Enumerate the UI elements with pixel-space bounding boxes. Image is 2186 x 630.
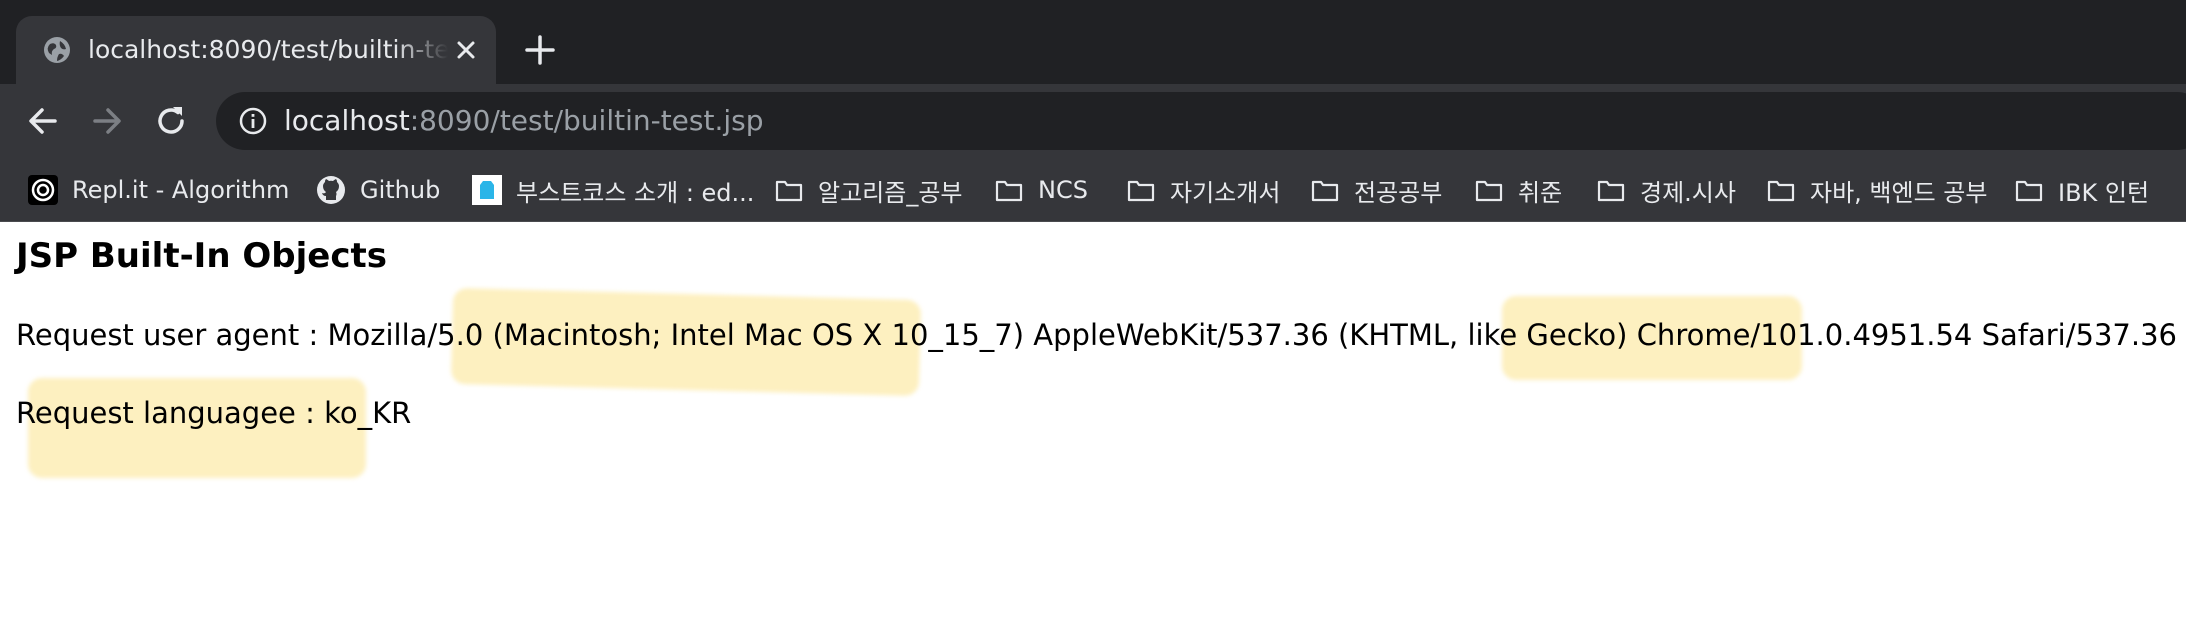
bookmark-folder-job-prep[interactable]: 취준 [1474, 158, 1563, 221]
bookmarks-bar: Repl.it - Algorithm Github 부스트코스 소개 : ed… [0, 158, 2186, 222]
folder-icon [2015, 180, 2043, 202]
bookmark-folder-major[interactable]: 전공공부 [1310, 158, 1443, 221]
address-bar[interactable]: localhost:8090/test/builtin-test.jsp [216, 92, 2186, 150]
active-tab[interactable]: localhost:8090/test/builtin-test.jsp [16, 16, 496, 84]
user-agent-middle: ) AppleWebKit/537.36 (KHTML, like Gecko) [1012, 318, 1637, 352]
bookmark-folder-cover-letter[interactable]: 자기소개서 [1126, 158, 1281, 221]
browser-toolbar: localhost:8090/test/builtin-test.jsp [0, 84, 2186, 158]
user-agent-suffix: Safari/537.36 [1972, 318, 2177, 352]
info-icon[interactable] [238, 106, 268, 136]
bookmark-folder-ncs[interactable]: NCS [994, 158, 1088, 221]
bookmark-replit[interactable]: Repl.it - Algorithm [28, 158, 290, 221]
bookmark-label: 전공공부 [1354, 178, 1443, 207]
folder-icon [1311, 180, 1339, 202]
user-agent-browser: Chrome/101.0.4951.54 [1636, 318, 1973, 352]
language-line: Request languagee : ko_KR [16, 396, 412, 430]
tab-strip: localhost:8090/test/builtin-test.jsp [0, 0, 2186, 84]
bookmark-label: 자기소개서 [1170, 178, 1281, 207]
user-agent-platform: Macintosh; Intel Mac OS X 10_15_7 [503, 318, 1013, 352]
folder-icon [1475, 180, 1503, 202]
bookmark-label: 경제.시사 [1640, 178, 1736, 207]
url-text[interactable]: localhost:8090/test/builtin-test.jsp [284, 104, 764, 138]
back-arrow-icon[interactable] [24, 102, 62, 140]
bookmark-label: 취준 [1518, 178, 1563, 207]
reload-icon[interactable] [152, 102, 190, 140]
url-host: localhost [284, 104, 410, 137]
folder-icon [1127, 180, 1155, 202]
tab-title: localhost:8090/test/builtin-test.jsp [88, 35, 448, 64]
user-agent-prefix: Request user agent : Mozilla/5.0 ( [16, 318, 504, 352]
new-tab-plus-icon[interactable] [522, 32, 558, 68]
page-content: JSP Built-In Objects Request user agent … [0, 222, 2186, 630]
folder-icon [775, 180, 803, 202]
bookmark-label: NCS [1038, 176, 1088, 204]
bookmark-github[interactable]: Github [316, 158, 441, 221]
bookmark-label: Github [360, 176, 441, 204]
replit-icon [28, 175, 58, 205]
bookmark-label: Repl.it - Algorithm [72, 176, 290, 204]
github-icon [317, 176, 345, 204]
folder-icon [995, 180, 1023, 202]
url-path: :8090/test/builtin-test.jsp [409, 104, 764, 137]
bookmark-label: IBK 인턴 [2058, 178, 2150, 207]
folder-icon [1597, 180, 1625, 202]
bookmark-folder-algorithm[interactable]: 알고리즘_공부 [774, 158, 963, 221]
bookmark-label: 부스트코스 소개 : ed... [516, 178, 755, 207]
bookmark-folder-java-backend[interactable]: 자바, 백엔드 공부 [1766, 158, 1988, 221]
user-agent-line: Request user agent : Mozilla/5.0 (Macint… [16, 318, 2177, 352]
bookmark-folder-economy[interactable]: 경제.시사 [1596, 158, 1736, 221]
page-title: JSP Built-In Objects [16, 236, 387, 276]
globe-icon [44, 37, 70, 63]
folder-icon [1767, 180, 1795, 202]
bookmark-boostcourse[interactable]: 부스트코스 소개 : ed... [472, 158, 755, 221]
close-icon[interactable] [452, 36, 480, 64]
bookmark-folder-ibk-intern[interactable]: IBK 인턴 [2014, 158, 2150, 221]
bookmark-label: 알고리즘_공부 [818, 178, 963, 207]
bookmark-label: 자바, 백엔드 공부 [1810, 178, 1988, 207]
forward-arrow-icon[interactable] [88, 102, 126, 140]
boostcourse-icon [472, 175, 502, 205]
